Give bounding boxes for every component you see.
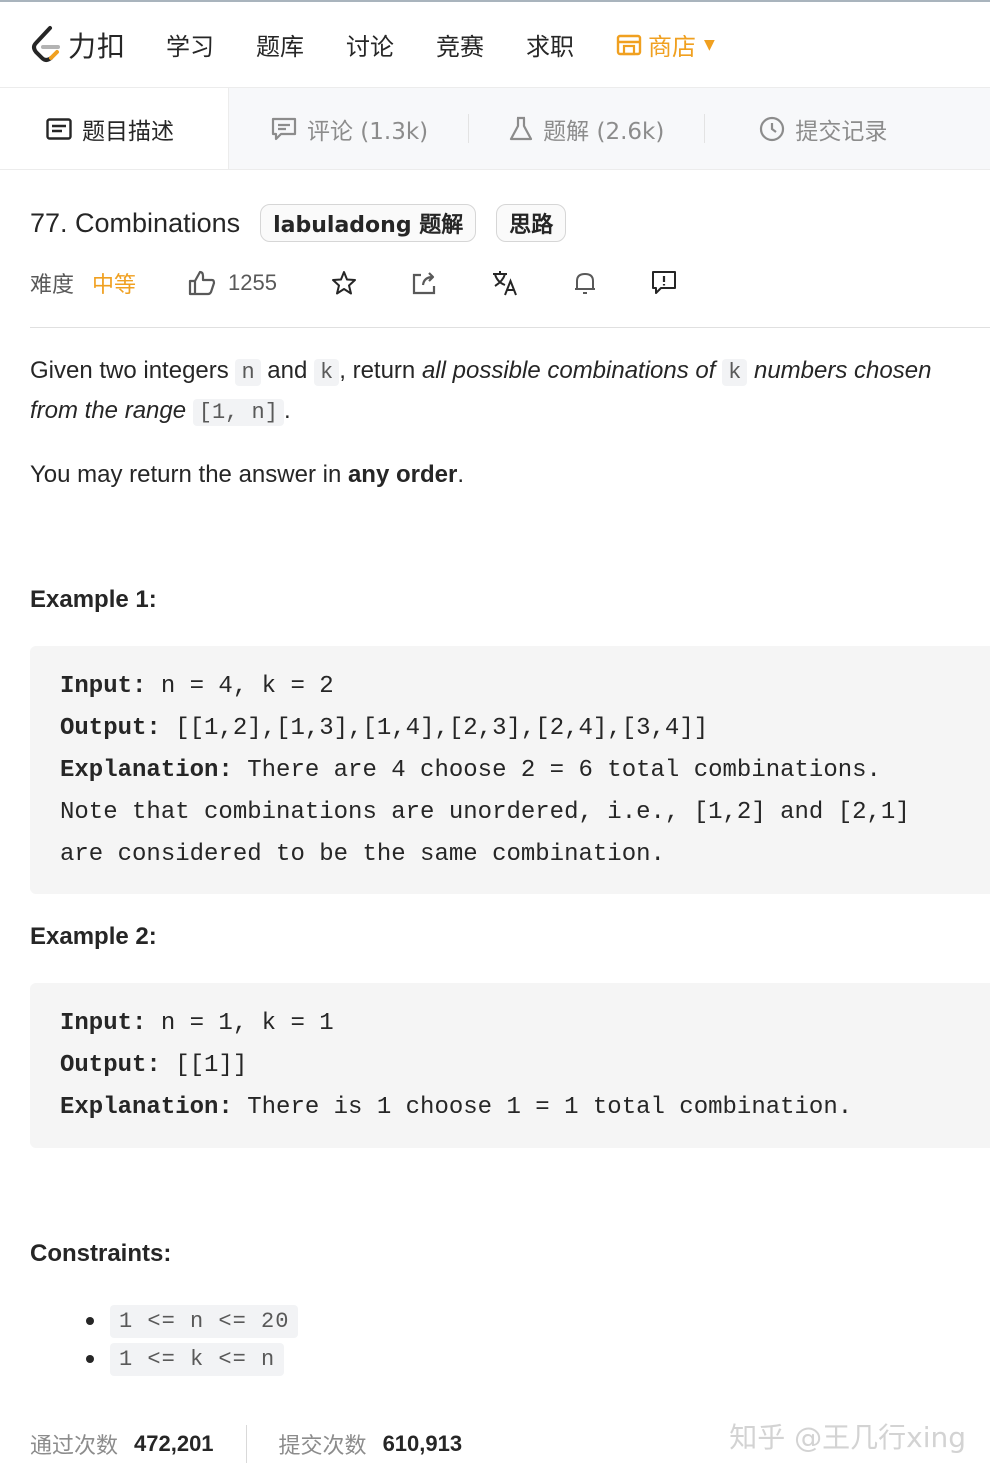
chip-labuladong[interactable]: labuladong 题解 <box>260 204 477 242</box>
tab-description[interactable]: 题目描述 <box>0 88 229 169</box>
explanation-text: are considered to be the same combinatio… <box>60 841 665 868</box>
main-nav: 学习 题库 讨论 竞赛 求职 商店 ▼ <box>166 27 715 62</box>
problem-meta: 难度 中等 1255 <box>30 262 677 304</box>
nav-problemset[interactable]: 题库 <box>256 27 304 62</box>
text: , return <box>339 357 422 384</box>
leetcode-logo-icon <box>32 25 60 62</box>
output-label: Output: <box>60 715 161 742</box>
nav-jobs[interactable]: 求职 <box>526 27 574 62</box>
nav-store[interactable]: 商店 ▼ <box>616 27 715 62</box>
text: You may return the answer in <box>30 461 348 488</box>
input-label: Input: <box>60 1010 147 1037</box>
example-2-title: Example 2: <box>30 923 157 950</box>
constraint-code: 1 <= n <= 20 <box>110 1304 299 1338</box>
explanation-text: Note that combinations are unordered, i.… <box>60 799 910 826</box>
subscribe-button[interactable] <box>573 270 597 296</box>
header-divider <box>30 327 990 328</box>
bullet <box>86 1355 94 1363</box>
problem-description: Given two integers n and k, return all p… <box>30 352 980 494</box>
translate-button[interactable] <box>491 269 519 297</box>
description-paragraph: You may return the answer in any order. <box>30 456 980 494</box>
input-value: n = 1, k = 1 <box>146 1010 334 1037</box>
chip-hint[interactable]: 思路 <box>496 204 567 242</box>
difficulty-badge: 中等 <box>92 273 137 298</box>
nav-discuss[interactable]: 讨论 <box>346 27 394 62</box>
example-1-title: Example 1: <box>30 586 157 613</box>
store-icon <box>616 34 642 55</box>
description-icon <box>46 117 72 140</box>
accepted-count: 472,201 <box>134 1431 214 1456</box>
text: and <box>260 357 315 384</box>
watermark: 知乎 @王几行xing <box>729 1421 966 1454</box>
constraints-title: Constraints: <box>30 1240 172 1267</box>
share-button[interactable] <box>411 270 437 296</box>
list-item: 1 <= k <= n <box>86 1340 298 1378</box>
bold-text: any order <box>347 461 458 488</box>
star-icon <box>331 271 356 295</box>
submission-stats: 通过次数 472,201 提交次数 610,913 <box>30 1424 462 1464</box>
tab-comments-label: 评论 (1.3k) <box>307 118 429 145</box>
stat-divider <box>245 1425 247 1463</box>
like-count: 1255 <box>228 270 277 295</box>
top-navbar: 力扣 学习 题库 讨论 竞赛 求职 商店 ▼ <box>0 0 990 88</box>
chevron-down-icon: ▼ <box>704 36 715 53</box>
nav-learn[interactable]: 学习 <box>166 27 214 62</box>
nav-contest[interactable]: 竞赛 <box>436 27 484 62</box>
example-2-block: Input: n = 1, k = 1 Output: [[1]] Explan… <box>30 983 990 1148</box>
inline-code: [1, n] <box>192 399 284 426</box>
tab-submissions[interactable]: 提交记录 <box>705 88 927 169</box>
explanation-label: Explanation: <box>60 757 233 784</box>
explanation-text: There are 4 choose 2 = 6 total combinati… <box>232 757 881 784</box>
inline-code: n <box>235 359 261 386</box>
feedback-icon <box>651 271 676 294</box>
clock-icon <box>760 116 785 141</box>
submitted-count: 610,913 <box>382 1431 463 1456</box>
difficulty-label: 难度 <box>30 273 75 298</box>
emphasis-text: all possible combinations of <box>421 357 723 384</box>
tab-solutions[interactable]: 题解 (2.6k) <box>469 88 704 169</box>
feedback-button[interactable] <box>651 270 677 296</box>
flask-icon <box>510 116 533 140</box>
thumbs-up-icon <box>188 270 216 296</box>
explanation-text: There is 1 choose 1 = 1 total combinatio… <box>232 1094 853 1121</box>
submitted-label: 提交次数 <box>278 1434 367 1459</box>
output-value: [[1,2],[1,3],[1,4],[2,3],[2,4],[3,4]] <box>160 715 709 742</box>
input-label: Input: <box>60 673 147 700</box>
list-item: 1 <= n <= 20 <box>86 1302 299 1340</box>
accepted-label: 通过次数 <box>30 1434 119 1459</box>
bell-icon <box>574 273 595 294</box>
bullet <box>86 1317 94 1325</box>
comment-icon <box>271 117 297 140</box>
page-title: 77. Combinations <box>30 207 241 238</box>
logo[interactable]: 力扣 <box>30 25 126 65</box>
tab-solutions-label: 题解 (2.6k) <box>543 118 665 145</box>
constraints-list: 1 <= n <= 20 1 <= k <= n <box>86 1302 299 1378</box>
tab-submissions-label: 提交记录 <box>795 118 888 145</box>
constraint-code: 1 <= k <= n <box>110 1342 285 1376</box>
nav-store-label: 商店 <box>648 33 697 61</box>
output-value: [[1]] <box>160 1052 248 1079</box>
text: Given two integers <box>30 357 236 384</box>
tab-comments[interactable]: 评论 (1.3k) <box>231 88 468 169</box>
translate-icon <box>492 271 517 296</box>
inline-code: k <box>314 359 340 386</box>
favorite-button[interactable] <box>331 270 357 296</box>
problem-tabs: 题目描述 评论 (1.3k) 题解 (2.6k) 提交记录 <box>0 88 990 170</box>
share-icon <box>412 272 436 295</box>
example-1-block: Input: n = 4, k = 2 Output: [[1,2],[1,3]… <box>30 646 990 894</box>
description-paragraph: Given two integers n and k, return all p… <box>30 352 980 432</box>
output-label: Output: <box>60 1052 161 1079</box>
tab-description-label: 题目描述 <box>82 118 174 145</box>
like-button[interactable]: 1255 <box>188 270 277 296</box>
problem-header: 77. Combinations labuladong 题解 思路 <box>30 204 567 242</box>
inline-code: k <box>722 359 748 386</box>
explanation-label: Explanation: <box>60 1094 233 1121</box>
input-value: n = 4, k = 2 <box>146 673 334 700</box>
logo-text: 力扣 <box>68 29 127 63</box>
text: . <box>457 461 464 488</box>
text: . <box>283 397 291 424</box>
